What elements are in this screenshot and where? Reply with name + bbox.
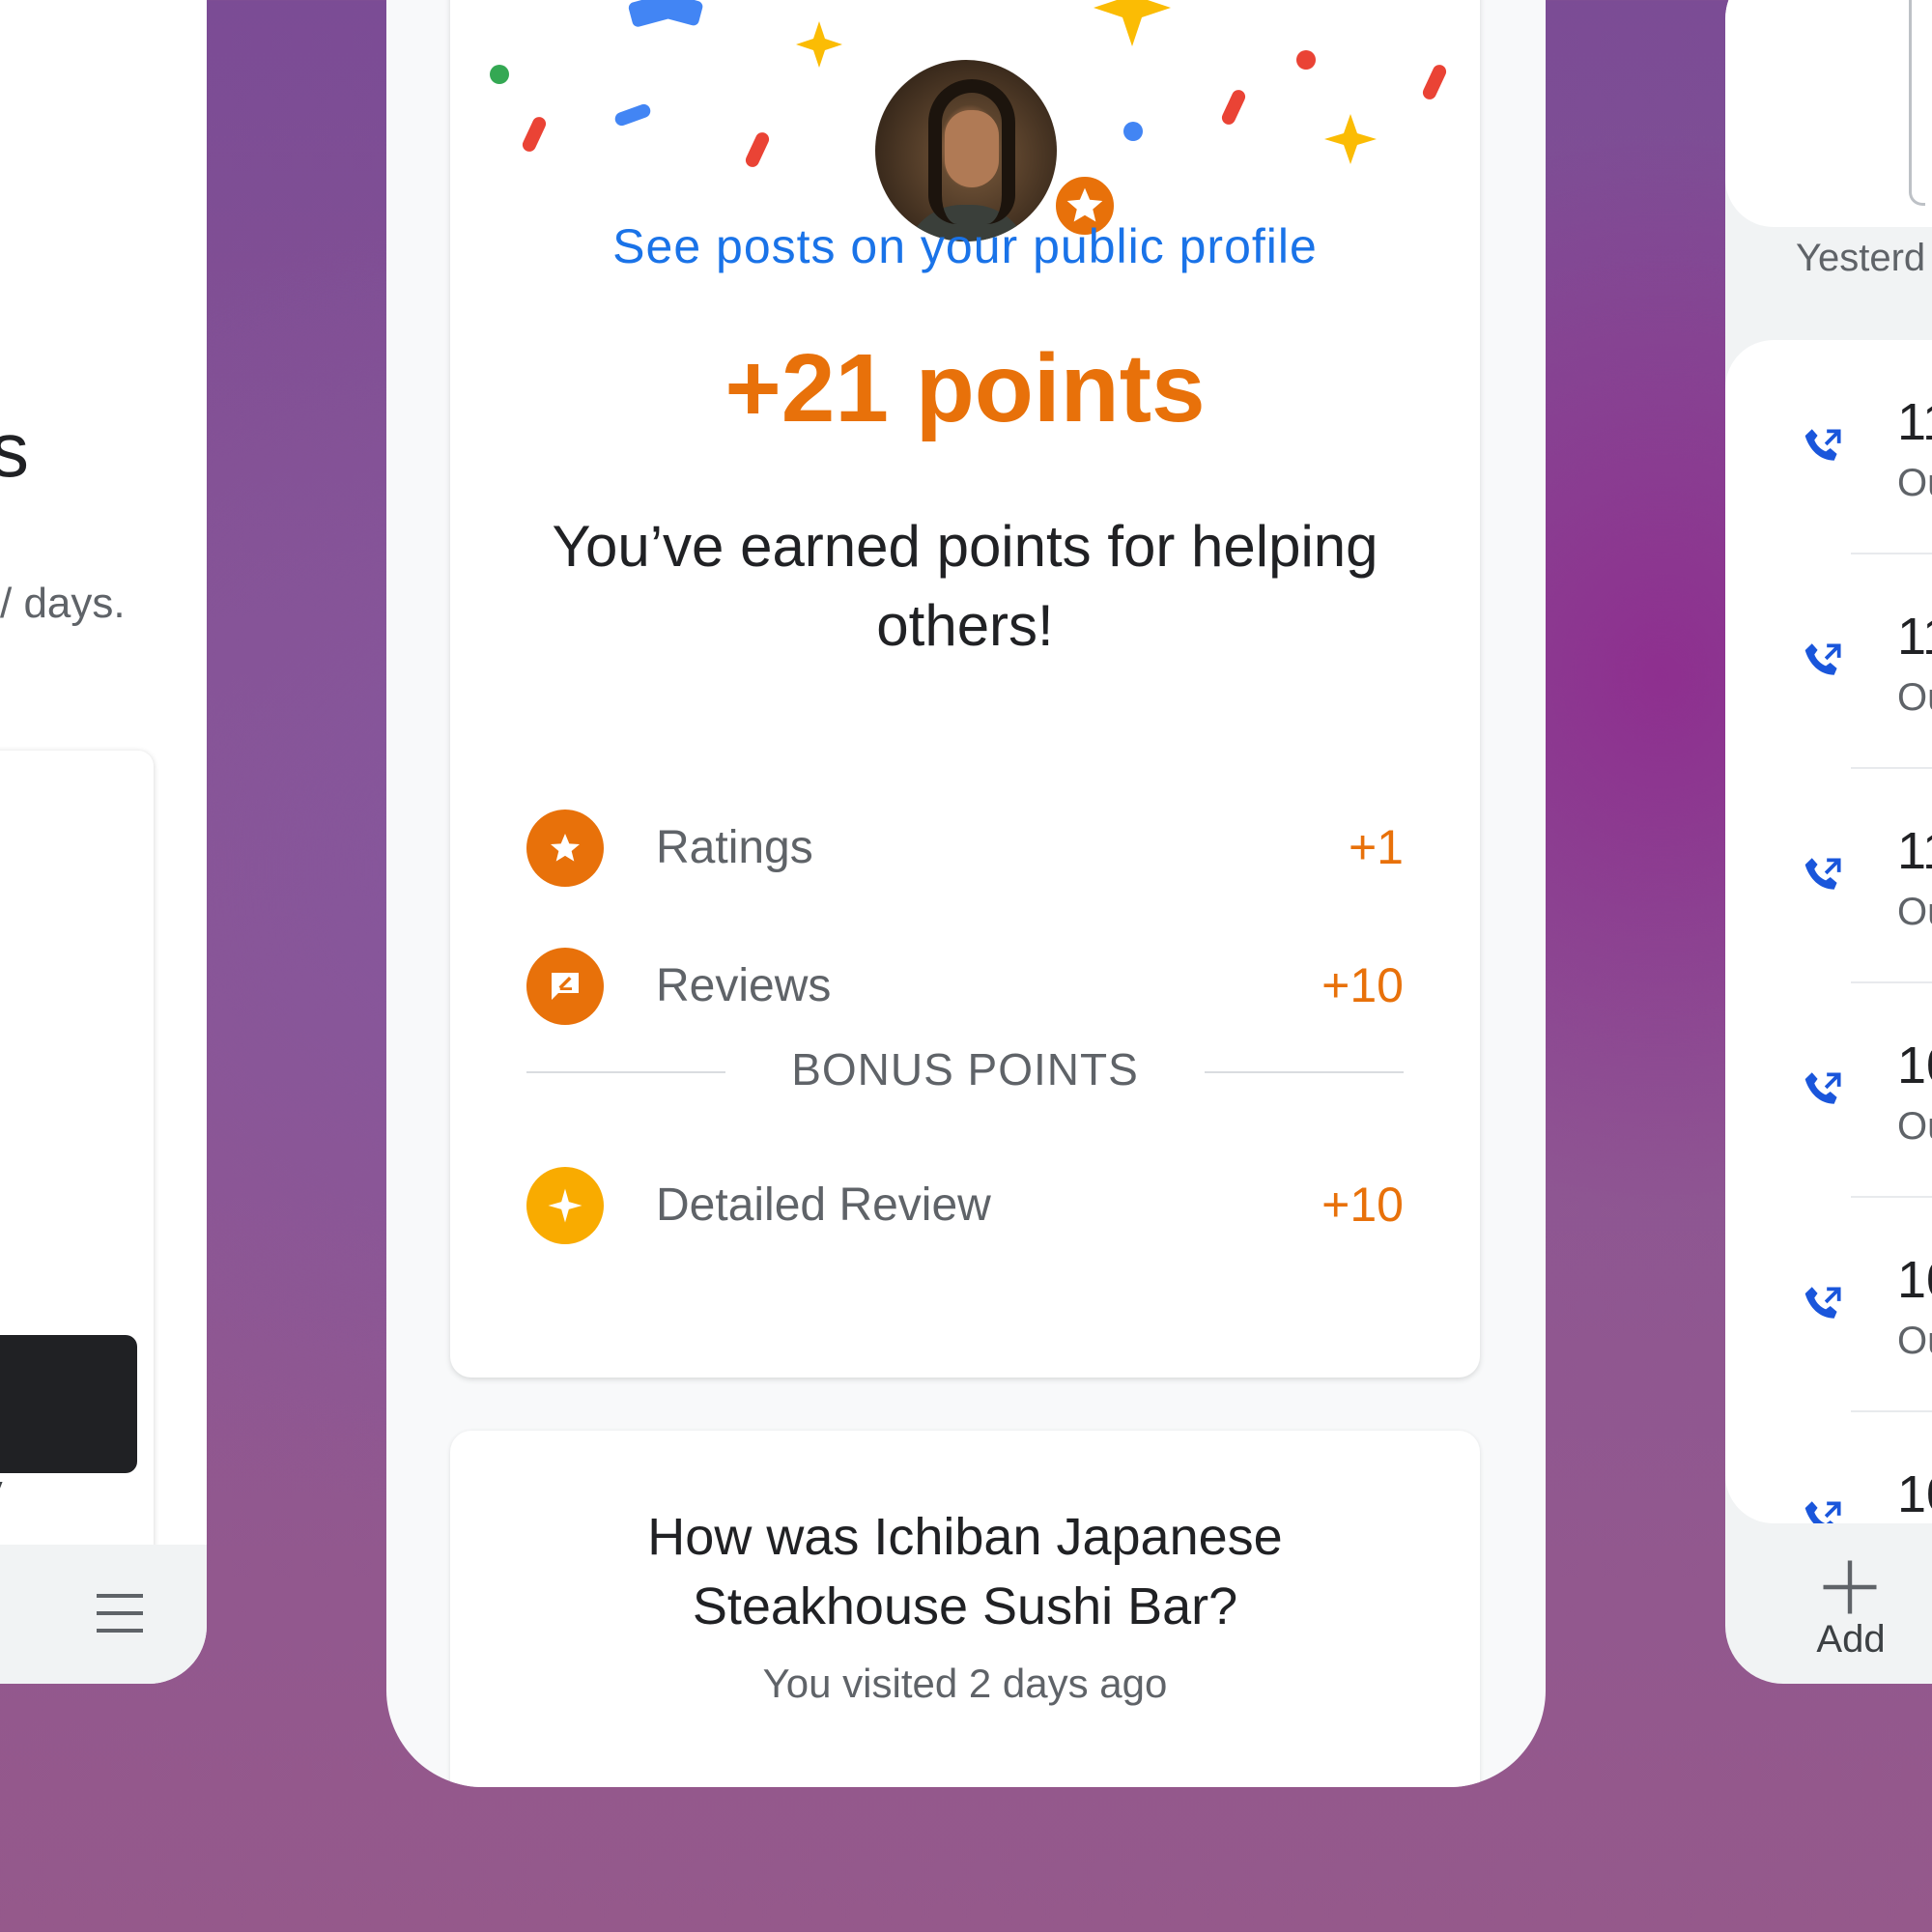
call-log-list: 11 Ou 11 Ou 11 Ou 10 Ou 10 Ou (1725, 340, 1932, 1523)
star-icon (526, 810, 604, 887)
right-top-panel (1725, 0, 1932, 227)
review-prompt-card[interactable]: How was Ichiban Japanese Steakhouse Sush… (450, 1431, 1480, 1787)
earned-message: You’ve earned points for helping others! (552, 514, 1378, 658)
call-type: Ou (1897, 462, 1932, 504)
left-app-card[interactable]: s / days. e. for my (0, 0, 207, 1684)
call-time: 10 (1897, 1251, 1932, 1309)
center-app-card[interactable]: See posts on your public profile +21 poi… (386, 0, 1546, 1787)
points-row-value: +1 (1348, 820, 1404, 874)
call-time: 11 (1897, 393, 1932, 451)
outgoing-call-icon (1804, 643, 1841, 675)
visited-timestamp: You visited 2 days ago (762, 1661, 1168, 1706)
review-icon (526, 948, 604, 1025)
call-time: 11 (1897, 822, 1932, 880)
points-row-reviews: Reviews +10 (526, 948, 1404, 1025)
outgoing-call-icon (1804, 1501, 1841, 1523)
call-type: Ou (1897, 676, 1932, 719)
add-label: Add (1816, 1618, 1886, 1661)
call-time: 11 (1897, 608, 1932, 666)
profile-avatar[interactable] (875, 60, 1057, 242)
right-app-card[interactable]: Yesterd 11 Ou 11 Ou 11 Ou 10 Ou 10 (1725, 0, 1932, 1684)
outgoing-call-icon (1804, 858, 1841, 890)
review-prompt-question: How was Ichiban Japanese Steakhouse Sush… (647, 1508, 1283, 1635)
left-dark-button[interactable] (0, 1335, 137, 1473)
outgoing-call-icon (1804, 429, 1841, 461)
left-title-fragment: s (0, 407, 29, 493)
call-log-item[interactable]: 10 (1725, 1412, 1932, 1523)
call-type: Ou (1897, 1320, 1932, 1362)
points-row-value: +10 (1321, 958, 1404, 1012)
outgoing-call-icon (1804, 1072, 1841, 1104)
points-total: +21 points (724, 334, 1206, 442)
bonus-points-header: BONUS POINTS (791, 1044, 1139, 1094)
add-icon[interactable] (1818, 1555, 1882, 1619)
call-log-item[interactable]: 10 Ou (1725, 1198, 1932, 1412)
points-row-ratings: Ratings +1 (526, 810, 1404, 887)
call-log-item[interactable]: 10 Ou (1725, 983, 1932, 1198)
points-row-label: Reviews (656, 960, 832, 1011)
menu-icon[interactable] (97, 1594, 143, 1633)
points-card: See posts on your public profile +21 poi… (450, 0, 1480, 1378)
public-profile-link[interactable]: See posts on your public profile (450, 218, 1480, 274)
call-type: Ou (1897, 1105, 1932, 1148)
call-log-section-label: Yesterd (1796, 237, 1926, 279)
call-time: 10 (1897, 1037, 1932, 1094)
outgoing-call-icon (1804, 1287, 1841, 1319)
divider-line (1205, 1071, 1404, 1073)
points-row-value: +10 (1321, 1178, 1404, 1232)
call-log-item[interactable]: 11 Ou (1725, 340, 1932, 554)
call-type: Ou (1897, 891, 1932, 933)
points-row-detailed-review: Detailed Review +10 (526, 1167, 1404, 1244)
left-text-fragment: my (0, 1470, 3, 1506)
points-row-label: Ratings (656, 822, 813, 873)
sparkle-icon (526, 1167, 604, 1244)
left-days-fragment: / days. (0, 580, 126, 627)
bonus-points-divider: BONUS POINTS (526, 1043, 1404, 1101)
call-time: 10 (1897, 1465, 1932, 1523)
call-log-item[interactable]: 11 Ou (1725, 769, 1932, 983)
call-log-item[interactable]: 11 Ou (1725, 554, 1932, 769)
points-row-label: Detailed Review (656, 1179, 991, 1231)
